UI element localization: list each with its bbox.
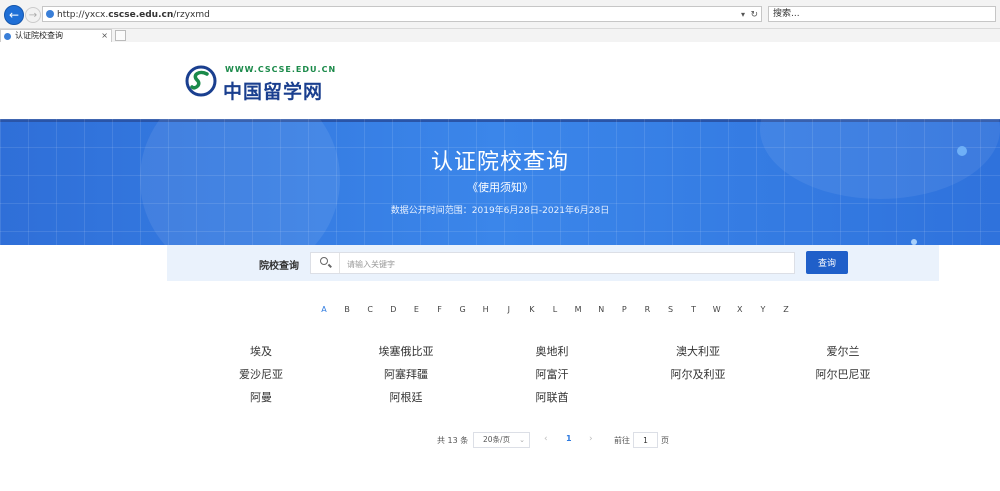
letter-filter-j[interactable]: J <box>503 305 515 314</box>
hero-banner: 认证院校查询 《使用须知》 数据公开时间范围：2019年6月28日-2021年6… <box>0 119 1000 245</box>
address-dropdown-icon[interactable]: ▾ <box>741 7 745 23</box>
next-page-button[interactable]: › <box>589 434 593 444</box>
letter-filter-l[interactable]: L <box>549 305 561 314</box>
browser-toolbar: ← → http://yxcx.cscse.edu.cn/rzyxmd ▾ ↻ … <box>0 0 1000 29</box>
goto-page-input[interactable] <box>633 432 658 448</box>
letter-filter-e[interactable]: E <box>410 305 422 314</box>
search-divider <box>339 253 340 273</box>
letter-filter-s[interactable]: S <box>665 305 677 314</box>
search-label: 院校查询 <box>259 261 299 272</box>
page-size-value: 20条/页 <box>483 435 511 444</box>
tab-bar: 认证院校查询 × <box>0 29 1000 42</box>
country-link[interactable]: 奥地利 <box>536 343 569 359</box>
browser-search-input[interactable]: 搜索... <box>768 6 996 22</box>
letter-filter-h[interactable]: H <box>480 305 492 314</box>
search-field[interactable] <box>310 252 795 274</box>
cscse-logo-icon <box>185 65 217 97</box>
page-unit-label: 页 <box>661 436 669 445</box>
country-link[interactable]: 爱沙尼亚 <box>239 366 283 382</box>
forward-arrow-icon: → <box>28 9 38 21</box>
pagination: 共 13 条 20条/页 ⌄ ‹ 1 › 前往 页 <box>0 432 1000 448</box>
tab-title: 认证院校查询 <box>15 31 63 40</box>
prev-page-button[interactable]: ‹ <box>544 434 548 444</box>
usage-notice-link[interactable]: 《使用须知》 <box>0 179 1000 195</box>
url-prefix: http://yxcx. <box>57 10 109 20</box>
country-link[interactable]: 澳大利亚 <box>676 343 720 359</box>
date-range-text: 数据公开时间范围：2019年6月28日-2021年6月28日 <box>390 206 610 216</box>
new-tab-button[interactable] <box>115 30 126 41</box>
logo-url-text: WWW.CSCSE.EDU.CN <box>225 65 337 74</box>
letter-filter-z[interactable]: Z <box>780 305 792 314</box>
country-link[interactable]: 阿根廷 <box>390 389 423 405</box>
page-title: 认证院校查询 <box>430 150 569 175</box>
search-icon <box>320 257 328 265</box>
current-page[interactable]: 1 <box>566 434 572 443</box>
country-link[interactable]: 阿尔巴尼亚 <box>816 366 871 382</box>
letter-filter-t[interactable]: T <box>688 305 700 314</box>
country-link[interactable]: 阿富汗 <box>536 366 569 382</box>
refresh-icon[interactable]: ↻ <box>750 7 758 23</box>
letter-filter-x[interactable]: X <box>734 305 746 314</box>
letter-filter-g[interactable]: G <box>457 305 469 314</box>
letter-filter-k[interactable]: K <box>526 305 538 314</box>
browser-search-placeholder: 搜索... <box>773 9 800 19</box>
country-link[interactable]: 阿曼 <box>250 389 272 405</box>
letter-filter-p[interactable]: P <box>618 305 630 314</box>
letter-filter-b[interactable]: B <box>341 305 353 314</box>
letter-filter-m[interactable]: M <box>572 305 584 314</box>
logo-name: 中国留学网 <box>223 81 324 103</box>
country-link[interactable]: 埃及 <box>250 343 272 359</box>
back-arrow-icon: ← <box>8 8 20 22</box>
school-search-bar: 院校查询 查询 <box>167 245 939 281</box>
url-suffix: /rzyxmd <box>173 10 210 20</box>
country-link[interactable]: 阿尔及利亚 <box>671 366 726 382</box>
query-button[interactable]: 查询 <box>806 251 848 274</box>
chevron-down-icon: ⌄ <box>519 436 525 444</box>
letter-filter-a[interactable]: A <box>318 305 330 314</box>
country-link[interactable]: 阿塞拜疆 <box>384 366 428 382</box>
search-input[interactable] <box>345 255 789 273</box>
tab-favicon-icon <box>4 33 11 40</box>
country-link[interactable]: 埃塞俄比亚 <box>379 343 434 359</box>
back-button[interactable]: ← <box>4 5 24 25</box>
country-link[interactable]: 阿联酋 <box>536 389 569 405</box>
site-logo[interactable]: WWW.CSCSE.EDU.CN 中国留学网 <box>185 63 335 103</box>
forward-button[interactable]: → <box>25 7 41 23</box>
total-count: 共 13 条 <box>437 436 469 445</box>
letter-filter-f[interactable]: F <box>434 305 446 314</box>
letter-filter-n[interactable]: N <box>595 305 607 314</box>
url-domain: cscse.edu.cn <box>108 10 174 20</box>
tab-rzyxcx[interactable]: 认证院校查询 × <box>0 29 112 42</box>
letter-filter-y[interactable]: Y <box>757 305 769 314</box>
letter-filter-r[interactable]: R <box>641 305 653 314</box>
page-size-select[interactable]: 20条/页 ⌄ <box>473 432 530 448</box>
address-bar[interactable]: http://yxcx.cscse.edu.cn/rzyxmd ▾ ↻ <box>42 6 762 22</box>
goto-label: 前往 <box>614 436 630 445</box>
letter-filter-w[interactable]: W <box>711 305 723 314</box>
letter-filter-d[interactable]: D <box>387 305 399 314</box>
letter-filter-c[interactable]: C <box>364 305 376 314</box>
country-link[interactable]: 爱尔兰 <box>827 343 860 359</box>
site-favicon-icon <box>46 10 54 18</box>
close-tab-icon[interactable]: × <box>101 30 108 42</box>
